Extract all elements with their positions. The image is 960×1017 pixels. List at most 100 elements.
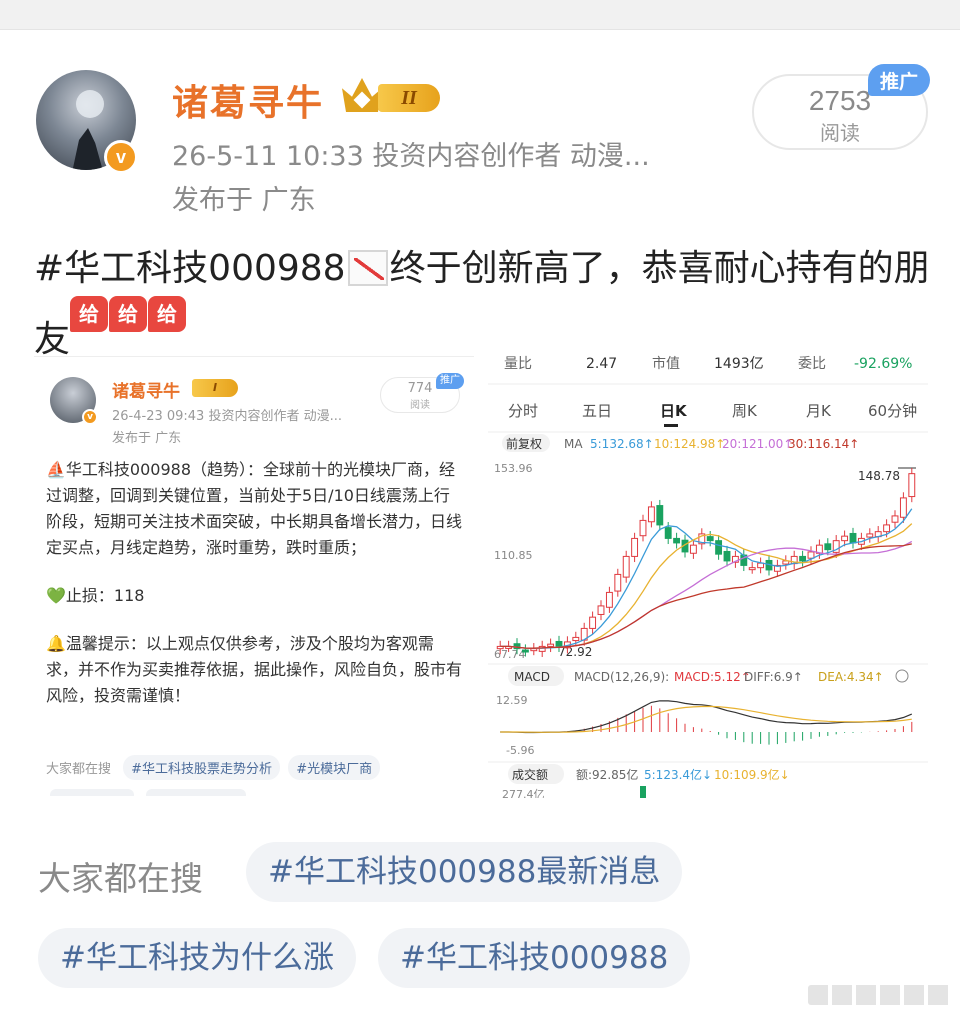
geili-emoji-icon: 给力 (70, 296, 109, 362)
candle-body (605, 591, 613, 608)
ma-label: MA (564, 437, 583, 451)
price-axis-bottom: 67.74 (494, 648, 526, 661)
candle-body (824, 543, 832, 551)
geili-emoji-icon: 给力 (148, 296, 187, 362)
embedded-tag-placeholder (50, 789, 134, 796)
candle-body (664, 527, 672, 539)
diff-line (500, 700, 913, 734)
member-level: II (378, 84, 440, 112)
post-image-1[interactable]: v 诸葛寻牛 I 26-4-23 09:43 投资内容创作者 动漫... 发布于… (34, 356, 474, 796)
search-pill[interactable]: #华工科技000988 (378, 928, 691, 988)
volume-bar (640, 786, 646, 798)
stat-label: 委比 (798, 356, 826, 372)
candle-body (530, 648, 538, 652)
candle-body (589, 616, 597, 629)
candle-body (647, 506, 655, 523)
embedded-tag: #光模块厂商 (288, 755, 381, 780)
candle-body (908, 473, 916, 498)
post-image-2[interactable]: 量比 2.47 市值 1493亿 委比 -92.69% 分时 五日 日K 周K … (488, 344, 928, 798)
member-crown-badge[interactable]: II (342, 76, 444, 116)
embedded-para-analysis: ⛵华工科技000988（趋势）：全球前十的光模块厂商，经过调整，回调到关键位置，… (46, 460, 463, 557)
embedded-read-label: 阅读 (410, 400, 430, 411)
ma30-line (500, 543, 912, 649)
candle-body (715, 540, 723, 555)
candle-body (748, 567, 756, 571)
tab-five-day[interactable]: 五日 (582, 402, 612, 420)
embedded-tags-label: 大家都在搜 (46, 762, 112, 777)
candle-body (723, 550, 731, 562)
tab-minute[interactable]: 分时 (508, 402, 538, 420)
search-pill[interactable]: #华工科技为什么涨 (38, 928, 356, 988)
post-meta: 26-5-11 10:33 投资内容创作者 动漫... (172, 141, 650, 172)
candle-body (631, 537, 639, 557)
candle-body (689, 544, 697, 554)
candles-group (496, 468, 916, 657)
geili-emoji-icon: 给力 (109, 296, 148, 362)
post-location: 发布于 广东 (172, 185, 316, 216)
macd-params: MACD(12,26,9): (574, 670, 669, 684)
tab-monthly-k[interactable]: 月K (806, 402, 832, 420)
ma5-value: 5:132.68↑ (590, 437, 654, 451)
crown-icon (342, 78, 382, 112)
adjust-label: 前复权 (506, 436, 542, 451)
macd-select-label: MACD (514, 670, 550, 684)
high-annotation: 148.78 (858, 469, 900, 483)
candle-body (706, 536, 714, 542)
embedded-tag-placeholder (146, 789, 246, 796)
dea-value: DEA:4.34↑ (818, 670, 884, 684)
stat-label: 市值 (652, 355, 680, 372)
volume-select-label: 成交额 (512, 767, 548, 782)
diff-value: DIFF:6.9↑ (744, 670, 803, 684)
stock-chart-svg: 量比 2.47 市值 1493亿 委比 -92.69% 分时 五日 日K 周K … (488, 355, 928, 798)
avatar-moon-shape (76, 90, 104, 118)
tab-daily-k[interactable]: 日K (660, 402, 688, 420)
macd-axis-bottom: -5.96 (506, 744, 534, 757)
ma5-line (500, 508, 913, 649)
candle-body (673, 537, 681, 544)
embedded-para-stoploss: 💚止损：118 (46, 586, 145, 605)
author-name[interactable]: 诸葛寻牛 (172, 74, 324, 126)
settings-icon[interactable] (895, 669, 909, 683)
candle-body (757, 562, 765, 569)
image-watermark (808, 985, 952, 1005)
volume-ma10: 10:109.9亿↓ (714, 767, 790, 782)
chart-increasing-icon (347, 250, 388, 286)
volume-axis-top: 277.4亿 (502, 788, 545, 798)
candle-body (866, 533, 874, 538)
promote-button[interactable]: 推广 (868, 64, 930, 96)
stat-label: 量比 (504, 356, 532, 372)
candle-body (891, 515, 899, 523)
ma30-value: 30:116.14↑ (788, 437, 859, 451)
ma-lines-group (500, 508, 913, 649)
embedded-search-tags: 大家都在搜 #华工科技股票走势分析 #光模块厂商 (46, 755, 384, 780)
candle-body (849, 532, 857, 544)
dea-line (500, 705, 912, 733)
verified-badge-icon: v (104, 140, 138, 174)
candle-body (547, 643, 555, 647)
ma20-line (500, 540, 913, 649)
volume-ma5: 5:123.4亿↓ (644, 767, 712, 782)
price-axis-top: 153.96 (494, 462, 533, 475)
tab-weekly-k[interactable]: 周K (732, 402, 758, 420)
candle-body (841, 535, 849, 542)
search-label: 大家都在搜 (38, 859, 203, 898)
read-label: 阅读 (820, 121, 860, 145)
candle-body (572, 636, 580, 642)
candle-body (799, 555, 807, 562)
post-hashtag[interactable]: #华工科技000988 (34, 248, 346, 289)
volume-amount: 额:92.85亿 (576, 767, 638, 782)
candle-body (555, 640, 563, 647)
search-pill[interactable]: #华工科技000988最新消息 (246, 842, 683, 902)
candle-body (597, 605, 605, 615)
candle-body (614, 573, 622, 592)
embedded-verified-icon: v (82, 409, 98, 425)
candle-body (899, 497, 907, 518)
top-bar (0, 0, 960, 30)
candle-body (622, 555, 630, 578)
embedded-tag: #华工科技股票走势分析 (123, 755, 281, 780)
ma10-value: 10:124.98↑ (654, 437, 725, 451)
embedded-author-name: 诸葛寻牛 (112, 382, 180, 402)
ma20-value: 20:121.00↑ (722, 437, 793, 451)
embedded-meta: 26-4-23 09:43 投资内容创作者 动漫... (112, 409, 342, 424)
tab-60min[interactable]: 60分钟 (868, 402, 917, 420)
